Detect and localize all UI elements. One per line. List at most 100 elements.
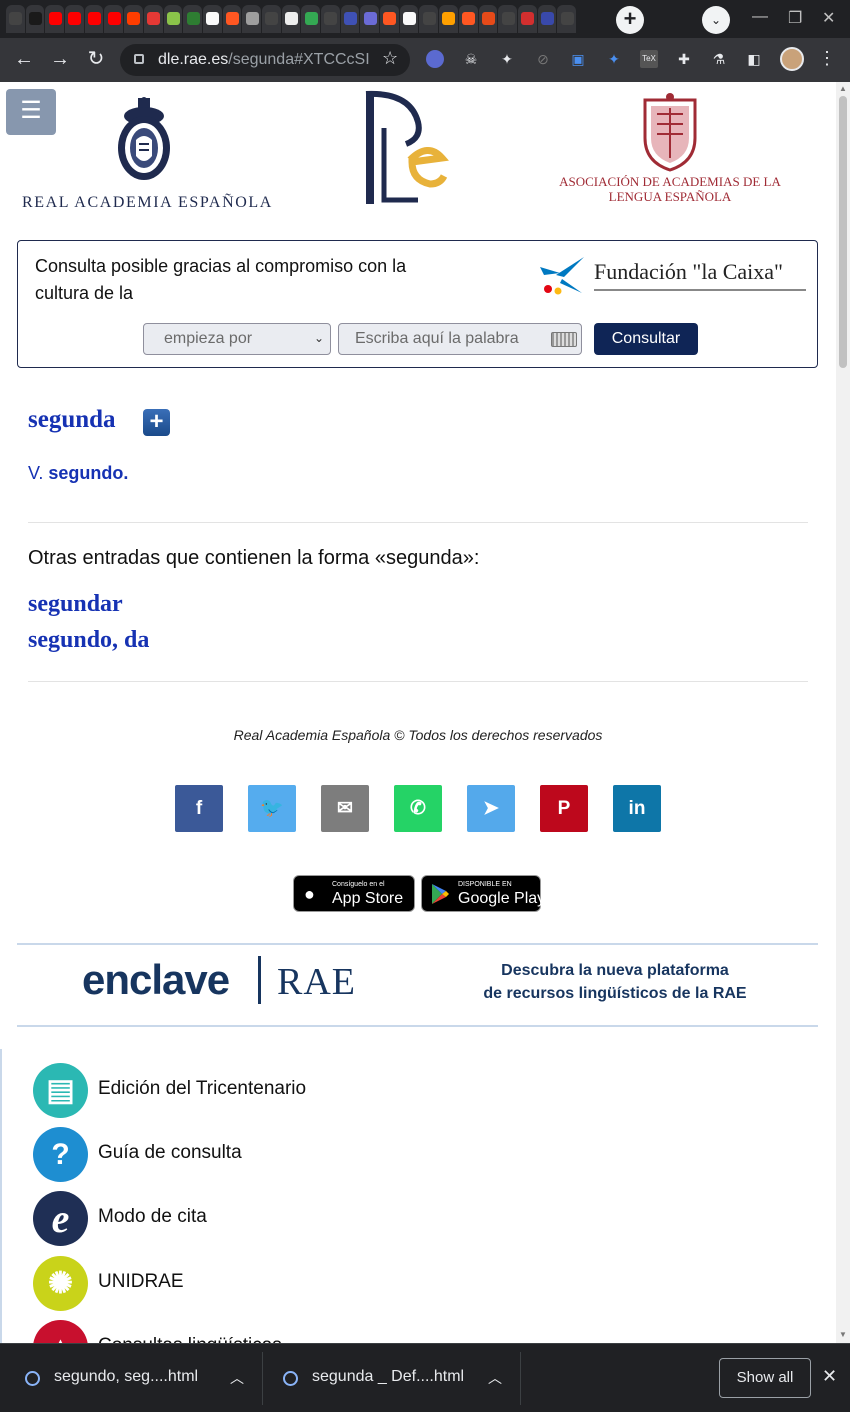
browser-tab[interactable] (340, 5, 360, 33)
browser-menu-icon[interactable]: ⋮ (818, 48, 836, 69)
bookmark-star-icon[interactable]: ☆ (382, 48, 398, 69)
browser-tab[interactable] (183, 5, 202, 33)
sponsor-text: Consulta posible gracias al compromiso c… (35, 256, 407, 303)
browser-tab[interactable] (84, 5, 104, 33)
browser-tab[interactable] (301, 5, 320, 33)
browser-tab[interactable] (517, 5, 537, 33)
extension-puzzle-icon[interactable]: ✦ (498, 50, 516, 68)
share-pinterest-button[interactable]: P (540, 785, 588, 832)
tab-favicon-icon (166, 12, 180, 25)
browser-tab[interactable] (143, 5, 163, 33)
app-store-badge[interactable]: ● Consíguelo en el App Store (293, 875, 415, 912)
footer-link[interactable]: Modo de cita (98, 1206, 207, 1228)
keyboard-icon[interactable] (551, 332, 577, 347)
cap-icon[interactable]: ▲ (33, 1320, 88, 1343)
tab-favicon-icon (68, 12, 82, 25)
show-all-button[interactable]: Show all (719, 1358, 811, 1398)
extensions-menu-icon[interactable]: ✚ (675, 50, 693, 68)
browser-tab[interactable] (557, 5, 576, 33)
extension-globe-icon[interactable] (426, 50, 444, 68)
plus-icon[interactable]: + (143, 409, 170, 436)
side-panel-icon[interactable]: ◧ (745, 50, 763, 68)
question-icon[interactable]: ? (33, 1127, 88, 1182)
download-item[interactable]: segundo, seg....html ︿ (0, 1344, 262, 1413)
google-play-badge[interactable]: DISPONIBLE EN Google Play (421, 875, 545, 912)
download-item[interactable]: segunda _ Def....html ︿ (263, 1344, 520, 1413)
see-also-link[interactable]: segundo. (48, 463, 128, 483)
browser-tab[interactable] (202, 5, 222, 33)
share-email-button[interactable]: ✉ (321, 785, 369, 832)
search-input[interactable]: Escriba aquí la palabra (338, 323, 582, 355)
dle-logo[interactable] (360, 88, 452, 206)
consultar-button[interactable]: Consultar (594, 323, 698, 355)
book-icon[interactable]: ▤ (33, 1063, 88, 1118)
browser-tab[interactable] (380, 5, 399, 33)
share-telegram-button[interactable]: ➤ (467, 785, 515, 832)
browser-tab[interactable] (439, 5, 458, 33)
browser-tab[interactable] (498, 5, 517, 33)
enclave-logo-word[interactable]: enclave (82, 956, 230, 1004)
browser-tab[interactable] (261, 5, 281, 33)
e-letter-icon[interactable]: e (33, 1191, 88, 1246)
other-entry-link[interactable]: segundar (28, 591, 123, 618)
tab-favicon-icon (344, 12, 358, 25)
enclave-description[interactable]: Descubra la nueva plataforma de recursos… (460, 959, 770, 1005)
asale-logo[interactable]: ASOCIACIÓN DE ACADEMIAS DE LA LENGUA ESP… (545, 92, 795, 207)
browser-tab[interactable] (281, 5, 301, 33)
reload-icon[interactable]: ↻ (84, 48, 108, 70)
footer-link[interactable]: Guía de consulta (98, 1142, 242, 1164)
scrollbar-thumb[interactable] (839, 96, 847, 368)
other-entry-link[interactable]: segundo, da (28, 627, 149, 654)
restore-icon[interactable]: ❐ (788, 8, 802, 28)
browser-tab[interactable] (65, 5, 84, 33)
browser-tab[interactable] (6, 5, 25, 33)
extension-skull-icon[interactable]: ☠ (462, 50, 480, 68)
browser-tab[interactable] (360, 5, 380, 33)
tab-search-button[interactable]: ⌄ (702, 6, 730, 34)
footer-link[interactable]: Consultas lingüísticas (98, 1335, 282, 1343)
lightbulb-icon[interactable]: ✺ (33, 1256, 88, 1311)
scroll-down-icon[interactable]: ▼ (839, 1330, 847, 1339)
scroll-up-icon[interactable]: ▲ (839, 84, 847, 93)
browser-tab[interactable] (25, 5, 45, 33)
chevron-up-icon[interactable]: ︿ (488, 1368, 502, 1388)
fundacion-la-caixa-logo[interactable]: Fundación "la Caixa" (538, 253, 808, 297)
browser-tab[interactable] (458, 5, 478, 33)
browser-tab[interactable] (537, 5, 557, 33)
browser-tab[interactable] (45, 5, 65, 33)
browser-tab[interactable] (124, 5, 143, 33)
search-mode-select[interactable]: empieza por ⌄ (143, 323, 331, 355)
profile-avatar[interactable] (780, 47, 804, 71)
chevron-up-icon[interactable]: ︿ (230, 1368, 244, 1388)
footer-link[interactable]: Edición del Tricentenario (98, 1078, 306, 1100)
page-scrollbar[interactable]: ▲ ▼ (836, 82, 850, 1343)
browser-tab[interactable] (419, 5, 439, 33)
browser-tab[interactable] (163, 5, 183, 33)
browser-tab[interactable] (222, 5, 242, 33)
browser-tab[interactable] (242, 5, 261, 33)
close-window-icon[interactable]: ✕ (822, 8, 835, 28)
extension-blocked-icon[interactable]: ⊘ (534, 50, 552, 68)
share-linkedin-button[interactable]: in (613, 785, 661, 832)
rae-logo[interactable]: REAL ACADEMIA ESPAÑOLA (22, 96, 272, 211)
browser-tab[interactable] (399, 5, 419, 33)
new-tab-button[interactable]: + (616, 6, 644, 34)
labs-flask-icon[interactable]: ⚗ (710, 50, 728, 68)
app-store-big: App Store (332, 890, 404, 907)
share-facebook-button[interactable]: f (175, 785, 223, 832)
extension-tex-icon[interactable]: TeX (640, 50, 658, 68)
back-arrow-icon[interactable]: ← (12, 48, 36, 70)
browser-tab[interactable] (321, 5, 340, 33)
close-download-bar-icon[interactable]: ✕ (822, 1366, 837, 1387)
extension-capture-icon[interactable]: ▣ (569, 50, 587, 68)
extension-puzzle-blue-icon[interactable]: ✦ (605, 50, 623, 68)
enclave-logo-rae[interactable]: RAE (277, 960, 356, 1004)
browser-tab[interactable] (104, 5, 124, 33)
browser-tab[interactable] (478, 5, 498, 33)
footer-link[interactable]: UNIDRAE (98, 1271, 184, 1293)
share-twitter-button[interactable]: 🐦 (248, 785, 296, 832)
minimize-icon[interactable]: — (752, 8, 768, 26)
share-whatsapp-button[interactable]: ✆ (394, 785, 442, 832)
address-bar[interactable]: dle.rae.es/segunda#XTCCcSI ☆ (120, 44, 410, 76)
forward-arrow-icon[interactable]: → (48, 48, 72, 70)
